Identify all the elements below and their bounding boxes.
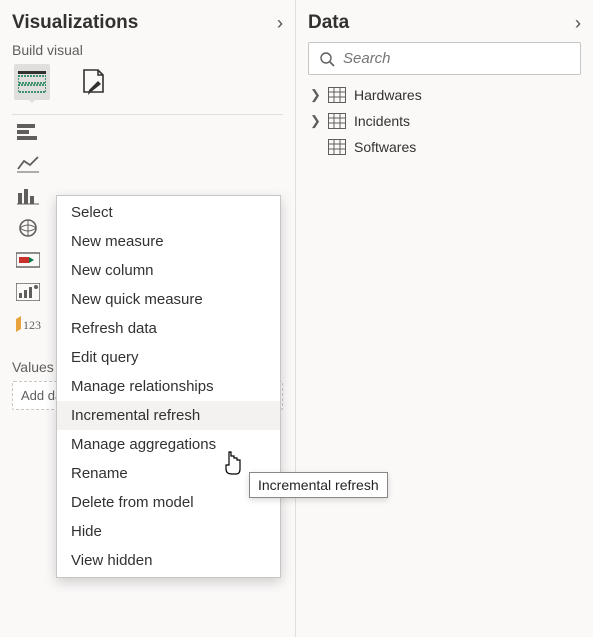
table-list: ❯ Hardwares ❯ Incidents ❯ Softwares — [308, 87, 581, 155]
menu-item-edit-query[interactable]: Edit query — [57, 343, 280, 372]
context-menu[interactable]: SelectNew measureNew columnNew quick mea… — [56, 195, 281, 578]
viz-type-line[interactable] — [14, 151, 42, 177]
menu-item-refresh-data[interactable]: Refresh data — [57, 314, 280, 343]
menu-item-select[interactable]: Select — [57, 198, 280, 227]
table-item-softwares[interactable]: ❯ Softwares — [310, 139, 581, 155]
table-item-hardwares[interactable]: ❯ Hardwares — [310, 87, 581, 103]
mode-row — [12, 64, 283, 100]
viz-pane-header: Visualizations ›› — [12, 12, 283, 34]
viz-pane-title: Visualizations — [12, 12, 138, 34]
viz-type-card[interactable]: 123 — [14, 311, 42, 337]
table-item-incidents[interactable]: ❯ Incidents — [310, 113, 581, 129]
format-visual-mode-button[interactable] — [76, 64, 112, 100]
menu-item-manage-relationships[interactable]: Manage relationships — [57, 372, 280, 401]
search-input[interactable] — [343, 50, 570, 67]
chevron-right-icon: ❯ — [310, 87, 320, 103]
menu-item-manage-aggregations[interactable]: Manage aggregations — [57, 430, 280, 459]
menu-item-view-hidden[interactable]: View hidden — [57, 546, 280, 575]
viz-type-kpi[interactable] — [14, 279, 42, 305]
viz-type-stacked-bar[interactable] — [14, 119, 42, 145]
viz-type-gauge[interactable] — [14, 247, 42, 273]
menu-item-new-measure[interactable]: New measure — [57, 227, 280, 256]
table-label: Softwares — [354, 139, 416, 155]
table-label: Hardwares — [354, 87, 422, 103]
collapse-viz-icon[interactable]: ›› — [277, 13, 283, 34]
table-icon — [328, 139, 346, 155]
data-pane-header: Data ›› — [308, 12, 581, 34]
chevron-right-icon: ❯ — [310, 113, 320, 129]
table-icon — [18, 71, 46, 93]
menu-item-new-column[interactable]: New column — [57, 256, 280, 285]
svg-text:123: 123 — [23, 318, 41, 332]
menu-item-new-quick-measure[interactable]: New quick measure — [57, 285, 280, 314]
menu-item-rename[interactable]: Rename — [57, 459, 280, 488]
search-icon — [319, 51, 335, 67]
viz-type-map[interactable] — [14, 215, 42, 241]
menu-item-delete-from-model[interactable]: Delete from model — [57, 488, 280, 517]
viz-type-clustered-column[interactable] — [14, 183, 42, 209]
collapse-data-icon[interactable]: ›› — [575, 13, 581, 34]
table-icon — [328, 87, 346, 103]
search-box[interactable] — [308, 42, 581, 75]
table-label: Incidents — [354, 113, 410, 129]
build-visual-mode-button[interactable] — [14, 64, 50, 100]
data-pane: Data ›› ❯ Hardwares ❯ Incidents ❯ — [295, 0, 593, 637]
menu-item-hide[interactable]: Hide — [57, 517, 280, 546]
build-visual-label: Build visual — [12, 42, 283, 58]
table-icon — [328, 113, 346, 129]
format-page-icon — [81, 68, 107, 96]
menu-item-incremental-refresh[interactable]: Incremental refresh — [57, 401, 280, 430]
data-pane-title: Data — [308, 12, 349, 34]
tooltip: Incremental refresh — [249, 472, 388, 498]
